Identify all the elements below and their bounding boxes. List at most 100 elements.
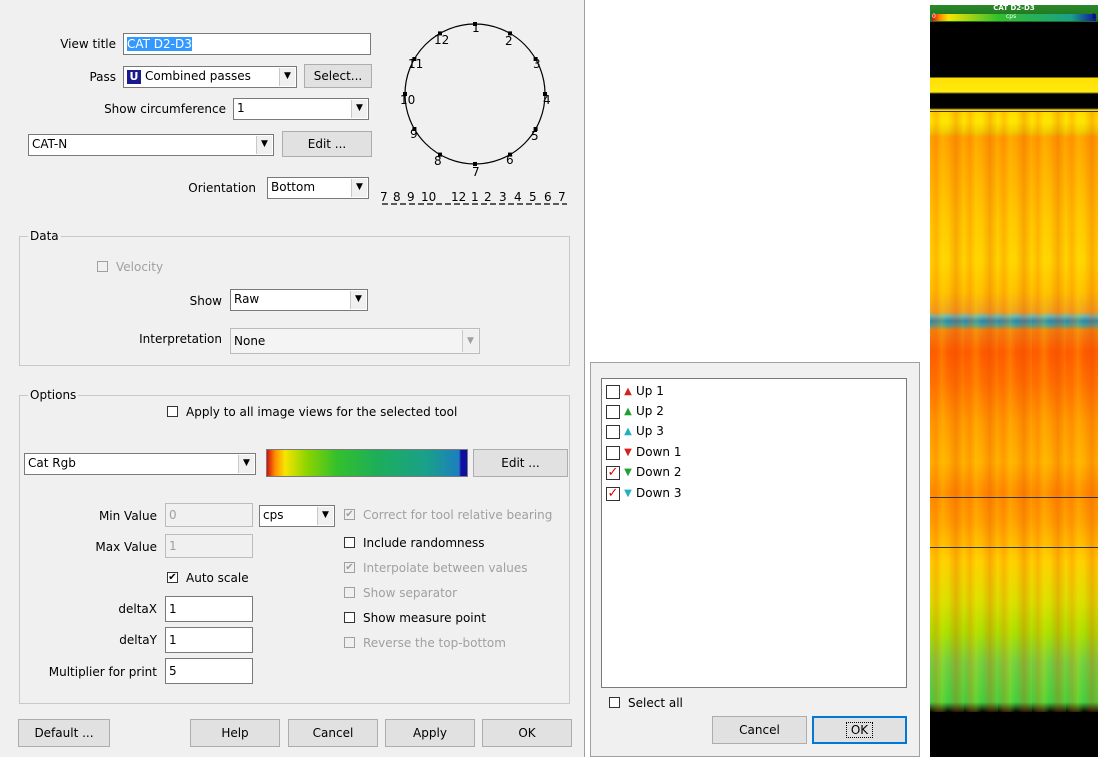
orientation-dropdown[interactable]: Bottom ▼	[267, 177, 369, 199]
select-pass-button[interactable]: Select...	[304, 64, 372, 88]
pass-item-down-2[interactable]: ✓ ▼ Down 2	[606, 463, 681, 481]
pass-checkbox[interactable]	[606, 424, 620, 439]
pass-checkbox-checked[interactable]: ✓	[606, 486, 620, 501]
cancel-button[interactable]: Cancel	[288, 719, 378, 747]
auto-scale-label: Auto scale	[186, 571, 249, 585]
pass-item-down-3[interactable]: ✓ ▼ Down 3	[606, 484, 681, 502]
multiplier-input[interactable]: 5	[165, 658, 253, 684]
circle-label-9: 9	[410, 127, 418, 141]
select-all-checkbox[interactable]	[609, 697, 620, 708]
palette-value: Cat Rgb	[28, 456, 76, 470]
circumference-value: 1	[237, 101, 245, 115]
orientation-value: Bottom	[271, 180, 316, 194]
unit-value: cps	[263, 508, 284, 522]
scale-label: 7	[558, 190, 566, 204]
chevron-down-icon[interactable]: ▼	[256, 136, 272, 154]
circumference-label: Show circumference	[104, 102, 226, 116]
randomness-checkbox[interactable]	[344, 537, 355, 548]
correct-bearing-label: Correct for tool relative bearing	[363, 508, 553, 522]
arrow-up-icon: ▲	[624, 385, 632, 397]
curve-dropdown[interactable]: CAT-N ▼	[28, 134, 274, 156]
palette-edit-button[interactable]: Edit ...	[473, 449, 568, 477]
view-title-label: View title	[60, 37, 116, 51]
show-dropdown[interactable]: Raw ▼	[230, 289, 368, 311]
velocity-label: Velocity	[116, 260, 164, 274]
chevron-down-icon[interactable]: ▼	[238, 455, 254, 473]
deltax-input[interactable]: 1	[165, 596, 253, 622]
auto-scale-checkbox[interactable]: ✔	[167, 572, 178, 583]
max-value-label: Max Value	[95, 540, 157, 554]
interpretation-dropdown[interactable]: None ▼	[230, 328, 480, 354]
circle-label-12: 12	[434, 33, 449, 47]
curve-edit-button[interactable]: Edit ...	[282, 131, 372, 157]
multiplier-label: Multiplier for print	[48, 665, 157, 679]
scale-label: 6	[544, 190, 552, 204]
pass-item-up-3[interactable]: ▲ Up 3	[606, 422, 664, 440]
help-button[interactable]: Help	[190, 719, 280, 747]
deltay-input[interactable]: 1	[165, 627, 253, 653]
arrow-down-icon: ▼	[624, 446, 632, 458]
max-value-input[interactable]: 1	[165, 534, 253, 558]
interpretation-label: Interpretation	[139, 332, 222, 346]
apply-all-checkbox[interactable]	[167, 406, 178, 417]
arrow-up-icon: ▲	[624, 405, 632, 417]
circle-label-5: 5	[531, 129, 539, 143]
scale-label: 4	[514, 190, 522, 204]
chevron-down-icon[interactable]: ▼	[462, 330, 478, 352]
chevron-down-icon[interactable]: ▼	[351, 179, 367, 197]
pass-item-up-1[interactable]: ▲ Up 1	[606, 382, 664, 400]
chevron-down-icon[interactable]: ▼	[351, 100, 367, 118]
palette-dropdown[interactable]: Cat Rgb ▼	[24, 453, 256, 475]
circle-label-3: 3	[533, 57, 541, 71]
data-group-title: Data	[28, 229, 61, 243]
pass-dropdown[interactable]: U Combined passes ▼	[123, 66, 297, 88]
pass-checkbox[interactable]	[606, 445, 620, 460]
options-group-title: Options	[28, 388, 79, 402]
separator-checkbox[interactable]	[344, 587, 355, 598]
pass-checkbox[interactable]	[606, 404, 620, 419]
apply-button[interactable]: Apply	[385, 719, 475, 747]
popup-ok-button[interactable]: OK	[812, 716, 907, 744]
default-button[interactable]: Default ...	[18, 719, 110, 747]
circle-sensor-marks	[403, 22, 547, 166]
velocity-checkbox[interactable]	[97, 261, 108, 272]
correct-bearing-checkbox[interactable]: ✔	[344, 509, 355, 520]
popup-ok-label: OK	[845, 722, 874, 738]
chevron-down-icon[interactable]: ▼	[317, 507, 333, 525]
image-view-title: CAT D2-D3	[993, 4, 1035, 12]
circumference-dropdown[interactable]: 1 ▼	[233, 98, 369, 120]
view-title-value: CAT D2-D3	[127, 37, 192, 51]
circle-label-8: 8	[434, 154, 442, 168]
popup-cancel-button[interactable]: Cancel	[712, 716, 807, 744]
scale-label: 12	[451, 190, 466, 204]
pass-checkbox[interactable]	[606, 384, 620, 399]
circumference-diagram: 1 2 3 4 5 6 7 8 9 10 11 12 7 8 9 10 12 1…	[380, 21, 567, 205]
reverse-checkbox[interactable]	[344, 637, 355, 648]
show-value: Raw	[234, 292, 260, 306]
circle-label-6: 6	[506, 153, 514, 167]
interpolate-checkbox[interactable]: ✔	[344, 562, 355, 573]
scale-unit-label: cps	[1006, 13, 1017, 20]
scale-min-label: 0	[932, 13, 936, 20]
chevron-down-icon[interactable]: ▼	[279, 68, 295, 86]
palette-gradient-preview	[266, 449, 468, 477]
image-log-track	[930, 22, 1098, 757]
circle-label-11: 11	[408, 57, 423, 71]
pass-item-up-2[interactable]: ▲ Up 2	[606, 402, 664, 420]
min-value-input[interactable]: 0	[165, 503, 253, 527]
pass-item-label: Down 3	[636, 486, 682, 500]
show-label: Show	[189, 294, 222, 308]
pass-item-down-1[interactable]: ▼ Down 1	[606, 443, 681, 461]
unit-dropdown[interactable]: cps ▼	[259, 505, 335, 527]
measure-point-checkbox[interactable]	[344, 612, 355, 623]
ok-button[interactable]: OK	[482, 719, 572, 747]
view-title-input[interactable]: CAT D2-D3	[123, 33, 371, 55]
arrow-down-icon: ▼	[624, 487, 632, 499]
image-depth-line	[930, 547, 1098, 548]
image-depth-line	[930, 497, 1098, 498]
deltay-label: deltaY	[119, 633, 157, 647]
pass-checkbox-checked[interactable]: ✓	[606, 465, 620, 480]
scale-label: 3	[499, 190, 507, 204]
chevron-down-icon[interactable]: ▼	[350, 291, 366, 309]
scale-label: 10	[421, 190, 436, 204]
